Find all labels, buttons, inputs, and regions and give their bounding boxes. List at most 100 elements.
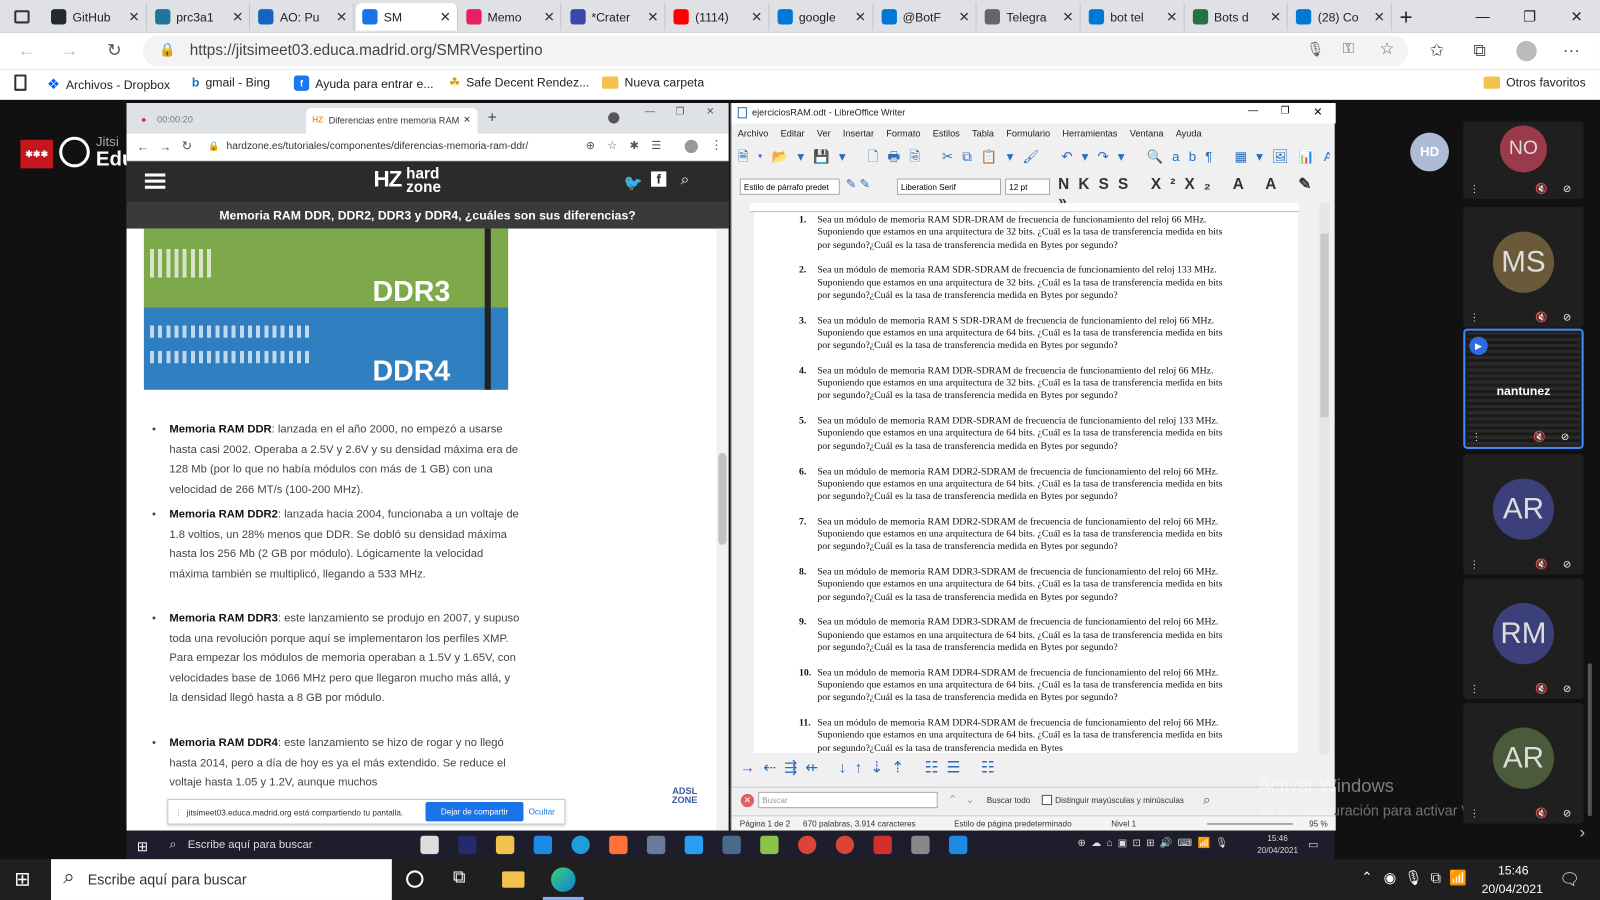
favorite-ayuda[interactable]: f Ayuda para entrar e... <box>293 75 434 91</box>
writer-standard-toolbar[interactable]: 🗎▾📂▾💾▾ 🗋🖶🗟 ✂⧉📋▾🖌 ↶▾↷▾ 🔍ab¶ ▦▾🖼📊A⎘ ⊣» <box>738 148 1330 170</box>
clock-time[interactable]: 15:46 <box>1498 863 1529 877</box>
close-tab-icon[interactable]: ✕ <box>336 9 347 25</box>
paragraph-style-select[interactable]: Estilo de párrafo predet <box>739 178 840 195</box>
participant-tile[interactable]: MS 🔇 ⊘ ⋮ <box>1463 207 1584 328</box>
match-case-checkbox[interactable] <box>1041 794 1053 806</box>
status-zoom[interactable]: 95 % <box>1309 819 1328 828</box>
cortana-icon[interactable] <box>406 870 424 888</box>
close-tab-icon[interactable]: ✕ <box>1062 9 1073 25</box>
navigation-toolbar[interactable]: →⇠⇶⇷ ↓↑⇣⇡ ☷☰ ☷ <box>740 758 1026 778</box>
menu-item[interactable]: Ventana <box>1130 129 1164 143</box>
stop-sharing-button[interactable]: Dejar de compartir <box>425 802 524 822</box>
other-favorites[interactable]: Otros favoritos <box>1483 76 1586 90</box>
arrow-left-icon[interactable]: ← <box>137 140 149 154</box>
document-page[interactable]: 1. Sea un módulo de memoria RAM SDR-DRAM … <box>754 212 1298 754</box>
close-find-icon[interactable]: ✕ <box>740 793 755 808</box>
windows-start-icon[interactable]: ⊞ <box>14 868 30 891</box>
add-favorite-icon[interactable]: ☆ <box>1380 39 1395 59</box>
chrome-icon[interactable] <box>797 835 817 855</box>
more-options-icon[interactable]: ⋮ <box>1469 312 1479 323</box>
font-name-select[interactable]: Liberation Serif <box>896 178 1002 195</box>
more-options-icon[interactable]: ⋮ <box>1469 559 1479 570</box>
browser-tab[interactable]: *Crater ✕ <box>564 3 666 31</box>
more-icon[interactable]: ⋮ <box>710 138 722 152</box>
browser-tab[interactable]: @BotF ✕ <box>875 3 977 31</box>
favorite-safe-decent[interactable]: ☘ Safe Decent Rendez... <box>449 76 589 90</box>
close-tab-icon[interactable]: ✕ <box>1374 9 1385 25</box>
profile-button[interactable] <box>1514 39 1538 63</box>
app-icon[interactable] <box>911 835 930 855</box>
settings-menu-button[interactable]: ··· <box>1559 39 1583 63</box>
find-prev-next-icons[interactable]: ⌃⌄ <box>948 793 983 806</box>
app-icon[interactable] <box>760 835 779 855</box>
close-tab-icon[interactable]: ✕ <box>1270 9 1281 25</box>
close-tab-icon[interactable]: ✕ <box>855 9 866 25</box>
more-options-icon[interactable]: ⋮ <box>1469 684 1479 695</box>
refresh-icon[interactable]: ↻ <box>182 139 192 153</box>
style-icons[interactable]: ✎ ✎ <box>846 177 870 191</box>
file-explorer-icon[interactable] <box>495 835 515 855</box>
close-tab-icon[interactable]: ✕ <box>751 9 762 25</box>
drag-handle-icon[interactable]: ⋮ <box>174 808 182 817</box>
edge-icon[interactable] <box>571 835 590 855</box>
reading-list-icon[interactable] <box>14 74 27 91</box>
notifications-icon[interactable]: ▭ <box>1308 838 1319 851</box>
file-explorer-icon[interactable] <box>502 871 525 888</box>
participant-tile[interactable]: NO 🔇 ⊘ ⋮ <box>1463 121 1584 199</box>
show-hidden-icons[interactable]: ⌃ <box>1361 869 1372 885</box>
tray-icons[interactable]: ⊕☁⌂▣⊡⊞🔊⌨📶🎙 <box>1078 838 1234 849</box>
menu-item[interactable]: Insertar <box>843 129 874 143</box>
browser-tab[interactable]: google ✕ <box>771 3 874 31</box>
self-view-avatar[interactable]: HD <box>1410 132 1449 172</box>
app-icon[interactable] <box>646 835 666 855</box>
restore-icon[interactable]: ❐ <box>676 106 685 117</box>
close-tab-icon[interactable]: ✕ <box>543 9 554 25</box>
windows-start-icon[interactable]: ⊞ <box>137 839 148 855</box>
minimize-icon[interactable]: — <box>1248 105 1258 116</box>
close-icon[interactable]: ✕ <box>706 106 715 117</box>
task-view-icon[interactable]: ⧉ <box>453 867 465 887</box>
address-bar[interactable]: 🔒 https://jitsimeet03.educa.madrid.org/S… <box>142 35 1409 67</box>
arrow-right-icon[interactable]: → <box>159 140 171 154</box>
writer-icon[interactable] <box>948 835 968 855</box>
restore-button[interactable]: ❐ <box>1506 0 1553 33</box>
back-button[interactable]: ← <box>14 39 38 63</box>
close-icon[interactable]: ✕ <box>463 114 471 125</box>
status-words[interactable]: 670 palabras, 3.914 caracteres <box>803 819 916 828</box>
minimize-button[interactable]: — <box>1459 0 1506 33</box>
menu-item[interactable]: Herramientas <box>1062 129 1117 143</box>
favorite-gmail-bing[interactable]: b gmail - Bing <box>192 76 270 90</box>
forward-button[interactable]: → <box>57 39 81 63</box>
hide-button[interactable]: Ocultar <box>529 807 555 816</box>
menu-item[interactable]: Ver <box>817 129 831 143</box>
participants-scrollbar[interactable] <box>1587 663 1592 817</box>
favorite-folder[interactable]: Nueva carpeta <box>602 76 704 90</box>
menu-item[interactable]: Archivo <box>738 129 769 143</box>
search-icon[interactable]: ⌕ <box>681 171 690 188</box>
close-icon[interactable]: ✕ <box>1313 105 1322 118</box>
close-tab-icon[interactable]: ✕ <box>232 9 243 25</box>
browser-tab[interactable]: prc3a1 ✕ <box>149 3 251 31</box>
menu-item[interactable]: Estilos <box>933 129 960 143</box>
zoom-slider[interactable] <box>1207 823 1293 825</box>
avatar[interactable] <box>684 139 698 154</box>
close-tab-icon[interactable]: ✕ <box>1166 9 1177 25</box>
new-tab-button[interactable]: + <box>1388 3 1425 31</box>
app-icon[interactable] <box>684 835 704 855</box>
status-page[interactable]: Página 1 de 2 <box>740 819 790 828</box>
browser-tab[interactable]: bot tel ✕ <box>1083 3 1185 31</box>
browser-tab[interactable]: AO: Pu ✕ <box>252 3 355 31</box>
menu-item[interactable]: Formato <box>886 129 920 143</box>
shared-url-text[interactable]: hardzone.es/tutoriales/componentes/difer… <box>227 141 529 152</box>
restore-icon[interactable]: ❐ <box>1281 105 1290 116</box>
menu-item[interactable]: Editar <box>781 129 805 143</box>
horizontal-ruler[interactable] <box>749 203 1299 213</box>
writer-scrollbar[interactable] <box>1319 203 1330 755</box>
chrome-icon[interactable] <box>835 835 855 855</box>
browser-tab[interactable]: GitHub ✕ <box>45 3 147 31</box>
participant-tile[interactable]: AR 🔇 ⊘ ⋮ <box>1463 454 1584 575</box>
shared-tab-timer[interactable]: ●00:00:20✕ <box>137 109 290 131</box>
firefox-icon[interactable] <box>609 835 628 855</box>
participant-tile[interactable]: nantunez ▶ 🔇 ⊘ ⋮ <box>1463 328 1584 449</box>
refresh-button[interactable]: ↻ <box>102 39 126 63</box>
